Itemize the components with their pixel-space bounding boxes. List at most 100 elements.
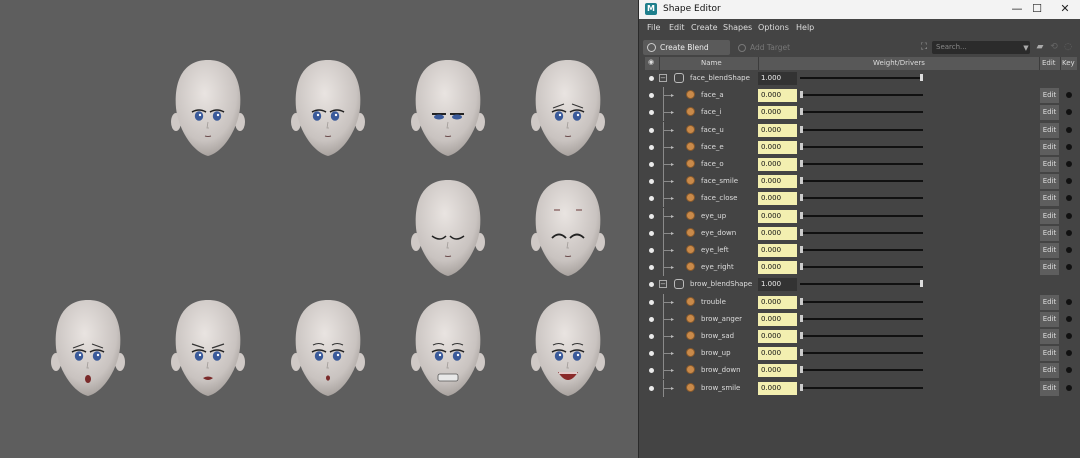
name-column-header[interactable]: Name: [701, 59, 722, 67]
visibility-toggle[interactable]: [649, 299, 654, 305]
weight-slider[interactable]: [800, 94, 923, 97]
head-model-neutral[interactable]: [166, 56, 250, 160]
blend-shape-row[interactable]: − face_blendShape 1.000: [645, 70, 1077, 87]
weight-slider[interactable]: [800, 283, 923, 286]
target-weight-field[interactable]: 0.000: [758, 226, 797, 240]
weight-slider[interactable]: [800, 369, 923, 372]
blend-shape-weight-field[interactable]: 1.000: [758, 72, 797, 85]
target-row[interactable]: ▸ brow_sad 0.000 Edit: [645, 328, 1077, 345]
target-weight-field[interactable]: 0.000: [758, 261, 797, 275]
weight-slider[interactable]: [800, 180, 923, 183]
weight-slider[interactable]: [800, 386, 923, 389]
weight-slider[interactable]: [800, 335, 923, 337]
edit-target-button[interactable]: Edit: [1040, 225, 1059, 241]
expand-arrow-icon[interactable]: ▸: [671, 316, 674, 323]
expand-arrow-icon[interactable]: ▸: [671, 247, 674, 254]
edit-target-button[interactable]: Edit: [1040, 363, 1059, 379]
edit-target-button[interactable]: Edit: [1040, 191, 1059, 207]
expand-arrow-icon[interactable]: ▸: [671, 178, 674, 185]
target-row[interactable]: ▸ face_e 0.000 Edit: [645, 138, 1077, 156]
visibility-toggle[interactable]: [649, 93, 654, 99]
target-row[interactable]: ▸ brow_anger 0.000 Edit: [645, 310, 1077, 328]
expand-arrow-icon[interactable]: ▸: [671, 161, 674, 168]
key-indicator[interactable]: [1066, 384, 1072, 391]
key-indicator[interactable]: [1066, 367, 1072, 374]
menu-shapes[interactable]: Shapes: [723, 23, 752, 32]
expand-arrow-icon[interactable]: ▸: [671, 127, 674, 134]
weight-slider[interactable]: [800, 145, 923, 148]
weight-slider-handle[interactable]: [800, 177, 803, 185]
weight-slider[interactable]: [800, 111, 923, 114]
key-column-header[interactable]: Key: [1062, 59, 1075, 67]
key-indicator[interactable]: [1066, 298, 1072, 305]
add-target-button[interactable]: Add Target: [736, 40, 806, 55]
weight-slider[interactable]: [800, 197, 923, 200]
target-row[interactable]: ▸ face_smile 0.000 Edit: [645, 173, 1077, 191]
visibility-toggle[interactable]: [649, 76, 654, 81]
viewport-3d[interactable]: [0, 0, 638, 458]
target-weight-field[interactable]: 0.000: [758, 364, 797, 378]
target-weight-field[interactable]: 0.000: [758, 381, 797, 395]
weight-slider-handle[interactable]: [920, 74, 923, 81]
target-row[interactable]: ▸ eye_down 0.000 Edit: [645, 224, 1077, 242]
weight-slider-handle[interactable]: [800, 383, 803, 391]
edit-target-button[interactable]: Edit: [1040, 294, 1059, 310]
edit-target-button[interactable]: Edit: [1040, 174, 1059, 190]
weight-column-header[interactable]: Weight/Drivers: [873, 59, 925, 67]
target-row[interactable]: ▸ eye_right 0.000 Edit: [645, 259, 1077, 277]
target-weight-field[interactable]: 0.000: [758, 158, 797, 171]
edit-column-header[interactable]: Edit: [1042, 59, 1056, 67]
weight-slider-handle[interactable]: [800, 314, 803, 322]
collapse-icon[interactable]: −: [659, 280, 667, 289]
visibility-toggle[interactable]: [649, 385, 654, 391]
menu-help[interactable]: Help: [796, 23, 814, 32]
key-indicator[interactable]: [1066, 333, 1072, 339]
head-model-open-o[interactable]: [46, 296, 130, 400]
key-indicator[interactable]: [1066, 178, 1072, 185]
expand-arrow-icon[interactable]: ▸: [671, 367, 674, 374]
key-indicator[interactable]: [1066, 247, 1072, 253]
target-row[interactable]: ▸ trouble 0.000 Edit: [645, 293, 1077, 311]
weight-slider-handle[interactable]: [800, 332, 803, 339]
expand-arrow-icon[interactable]: ▸: [671, 385, 674, 392]
weight-slider-handle[interactable]: [800, 366, 803, 374]
weight-slider-handle[interactable]: [800, 125, 803, 133]
collapse-icon[interactable]: −: [659, 74, 667, 82]
target-weight-field[interactable]: 0.000: [758, 295, 797, 309]
blend-shape-row[interactable]: − brow_blendShape 1.000: [645, 276, 1077, 293]
target-weight-field[interactable]: 0.000: [758, 312, 797, 326]
weight-slider-handle[interactable]: [800, 91, 803, 99]
menu-edit[interactable]: Edit: [669, 23, 685, 32]
key-indicator[interactable]: [1066, 264, 1072, 271]
edit-target-button[interactable]: Edit: [1040, 88, 1059, 104]
head-model-anger[interactable]: [166, 296, 250, 400]
weight-slider-handle[interactable]: [800, 108, 803, 116]
search-dropdown-icon[interactable]: ▼: [1020, 42, 1032, 54]
head-model-grimace[interactable]: [406, 296, 490, 400]
weight-slider[interactable]: [800, 128, 923, 131]
weight-slider-handle[interactable]: [920, 280, 923, 288]
visibility-toggle[interactable]: [649, 248, 654, 253]
weight-slider[interactable]: [800, 77, 923, 79]
key-indicator[interactable]: [1066, 212, 1072, 219]
weight-slider-handle[interactable]: [800, 194, 803, 202]
visibility-toggle[interactable]: [649, 213, 654, 219]
target-weight-field[interactable]: 0.000: [758, 330, 797, 343]
weight-slider[interactable]: [800, 163, 923, 165]
expand-arrow-icon[interactable]: ▸: [671, 333, 674, 340]
weight-slider-handle[interactable]: [800, 211, 803, 219]
expand-arrow-icon[interactable]: ▸: [671, 92, 674, 99]
edit-target-button[interactable]: Edit: [1040, 260, 1059, 276]
edit-target-button[interactable]: Edit: [1040, 243, 1059, 258]
key-indicator[interactable]: [1066, 315, 1072, 322]
weight-slider[interactable]: [800, 352, 923, 355]
weight-slider[interactable]: [800, 300, 923, 303]
expand-arrow-icon[interactable]: ▸: [671, 144, 674, 151]
maximize-button[interactable]: ☐: [1030, 2, 1044, 16]
visibility-toggle[interactable]: [649, 230, 654, 236]
new-folder-icon[interactable]: ▰: [1034, 41, 1046, 53]
target-weight-field[interactable]: 0.000: [758, 123, 797, 137]
visibility-toggle[interactable]: [649, 196, 654, 202]
weight-slider-handle[interactable]: [800, 228, 803, 236]
head-model-open-smile[interactable]: [526, 296, 610, 400]
